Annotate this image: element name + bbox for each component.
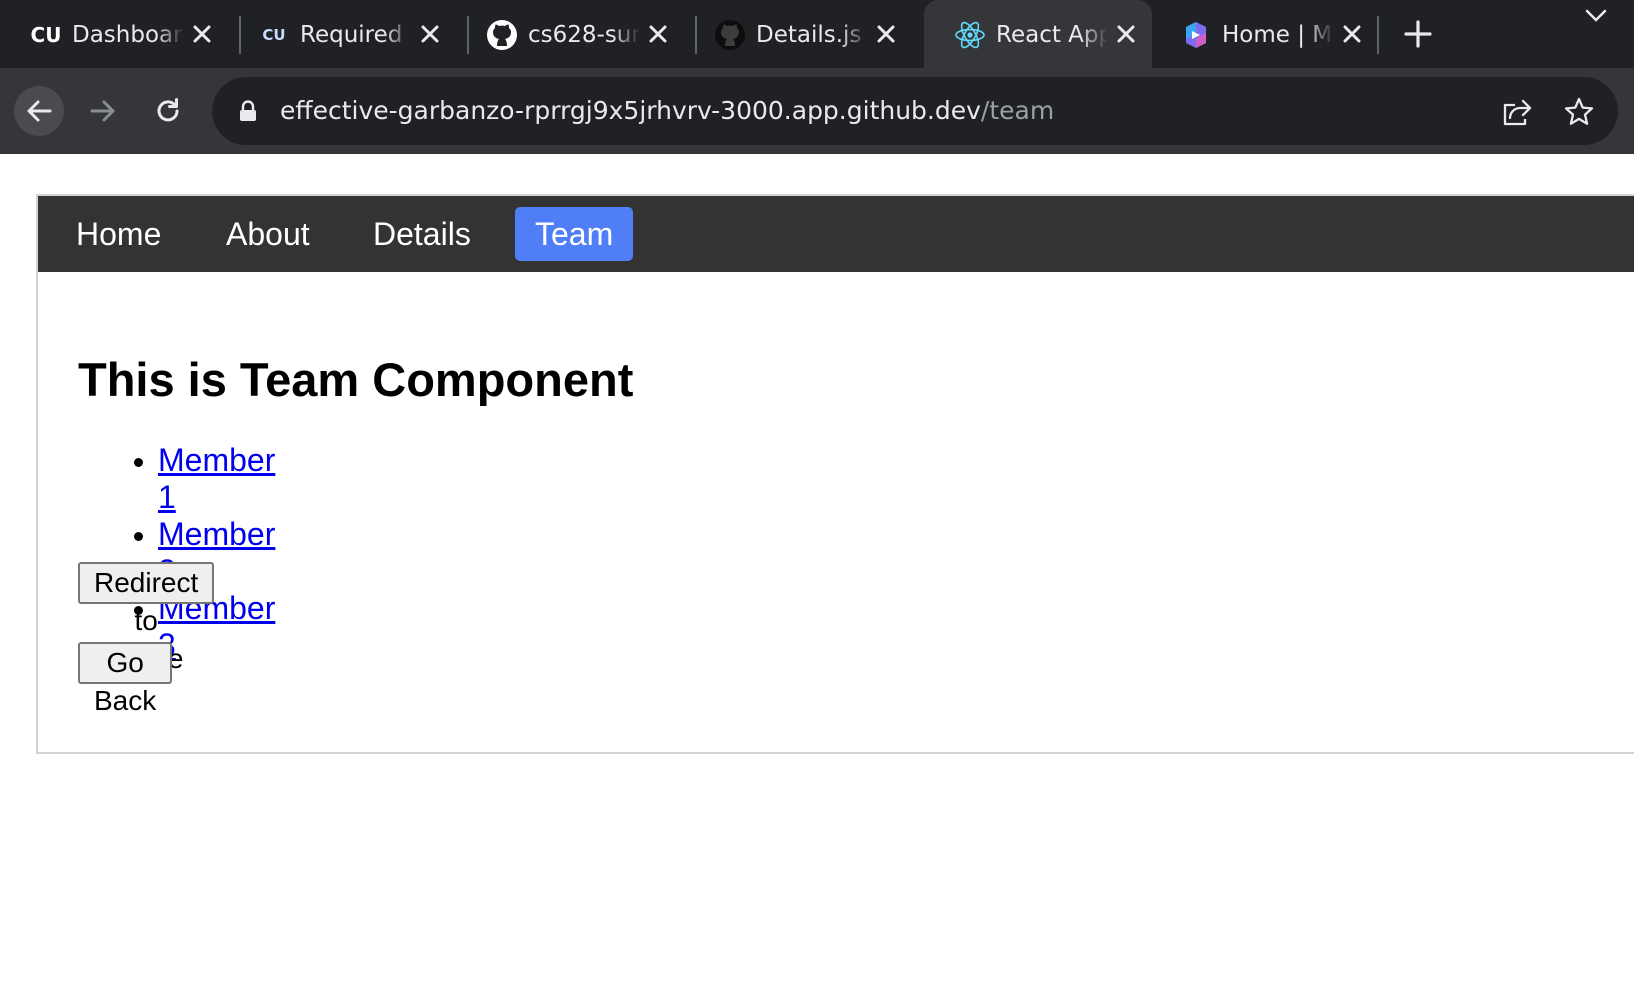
star-icon	[1564, 97, 1594, 125]
list-item: Member 1	[133, 442, 275, 516]
microsoft-365-icon	[1180, 19, 1212, 51]
github-icon	[486, 19, 518, 51]
browser-toolbar: effective-garbanzo-rprrgj9x5jrhvrv-3000.…	[0, 68, 1634, 154]
chevron-down-icon[interactable]	[1582, 2, 1610, 30]
back-button[interactable]	[14, 86, 64, 136]
arrow-right-icon	[90, 100, 115, 122]
cu-logo-icon: CU	[30, 23, 62, 47]
tab-cs628[interactable]: cs628-summer	[456, 0, 682, 68]
close-icon[interactable]	[874, 22, 898, 46]
close-icon[interactable]	[190, 22, 214, 46]
tab-react-app[interactable]: React App	[924, 0, 1152, 68]
url-path: /team	[980, 96, 1055, 125]
close-icon[interactable]	[418, 22, 442, 46]
address-bar[interactable]: effective-garbanzo-rprrgj9x5jrhvrv-3000.…	[212, 77, 1618, 145]
nav-home-link[interactable]: Home	[56, 207, 181, 261]
url-host: effective-garbanzo-rprrgj9x5jrhvrv-3000.…	[280, 96, 981, 125]
nav-about-link[interactable]: About	[206, 207, 330, 261]
go-back-button[interactable]: Go Back	[78, 642, 173, 716]
bookmark-button[interactable]	[1562, 95, 1596, 129]
tab-title: Required	[300, 22, 403, 48]
share-button[interactable]	[1500, 95, 1534, 129]
tab-title: cs628-summer	[528, 22, 640, 48]
cu-logo-small-icon: CU	[262, 26, 286, 44]
tab-details-js[interactable]: Details.js	[684, 0, 910, 68]
page-title: This is Team Component	[78, 353, 634, 406]
close-icon[interactable]	[1340, 22, 1364, 46]
member-list: Member 1 Member 2 Member 3	[78, 442, 275, 664]
nav-details-link[interactable]: Details	[353, 207, 491, 261]
tab-separator	[1377, 16, 1379, 54]
tab-microsoft-home[interactable]: Home | Microsoft	[1150, 0, 1376, 68]
app-container: Home About Details Team This is Team Com…	[36, 194, 1634, 754]
tab-title: React App	[996, 22, 1108, 48]
redirect-home-button[interactable]: Redirect to Home	[78, 562, 215, 674]
tab-title: Dashboard	[72, 22, 184, 48]
tab-required[interactable]: CU Required	[228, 0, 454, 68]
url-text[interactable]: effective-garbanzo-rprrgj9x5jrhvrv-3000.…	[280, 95, 1054, 127]
arrow-left-icon	[27, 100, 52, 122]
share-icon	[1503, 99, 1532, 126]
reload-button[interactable]	[143, 86, 193, 136]
new-tab-button[interactable]	[1398, 14, 1438, 54]
forward-button[interactable]	[78, 86, 128, 136]
github-icon	[714, 19, 746, 51]
lock-icon[interactable]	[238, 100, 258, 122]
tab-title: Details.js	[756, 22, 862, 48]
react-icon	[954, 19, 986, 51]
tab-dashboard[interactable]: CU Dashboard	[0, 0, 226, 68]
close-icon[interactable]	[1114, 22, 1138, 46]
web-page: Home About Details Team This is Team Com…	[0, 154, 1634, 991]
browser-tab-strip: CU Dashboard CU Required cs628-summer De…	[0, 0, 1634, 68]
plus-icon	[1404, 20, 1432, 48]
close-icon[interactable]	[646, 22, 670, 46]
reload-icon	[157, 98, 179, 122]
tab-title: Home | Microsoft	[1222, 22, 1334, 48]
app-navbar: Home About Details Team	[38, 196, 1634, 272]
member-1-link[interactable]: Member 1	[158, 442, 275, 515]
nav-team-link[interactable]: Team	[515, 207, 634, 261]
